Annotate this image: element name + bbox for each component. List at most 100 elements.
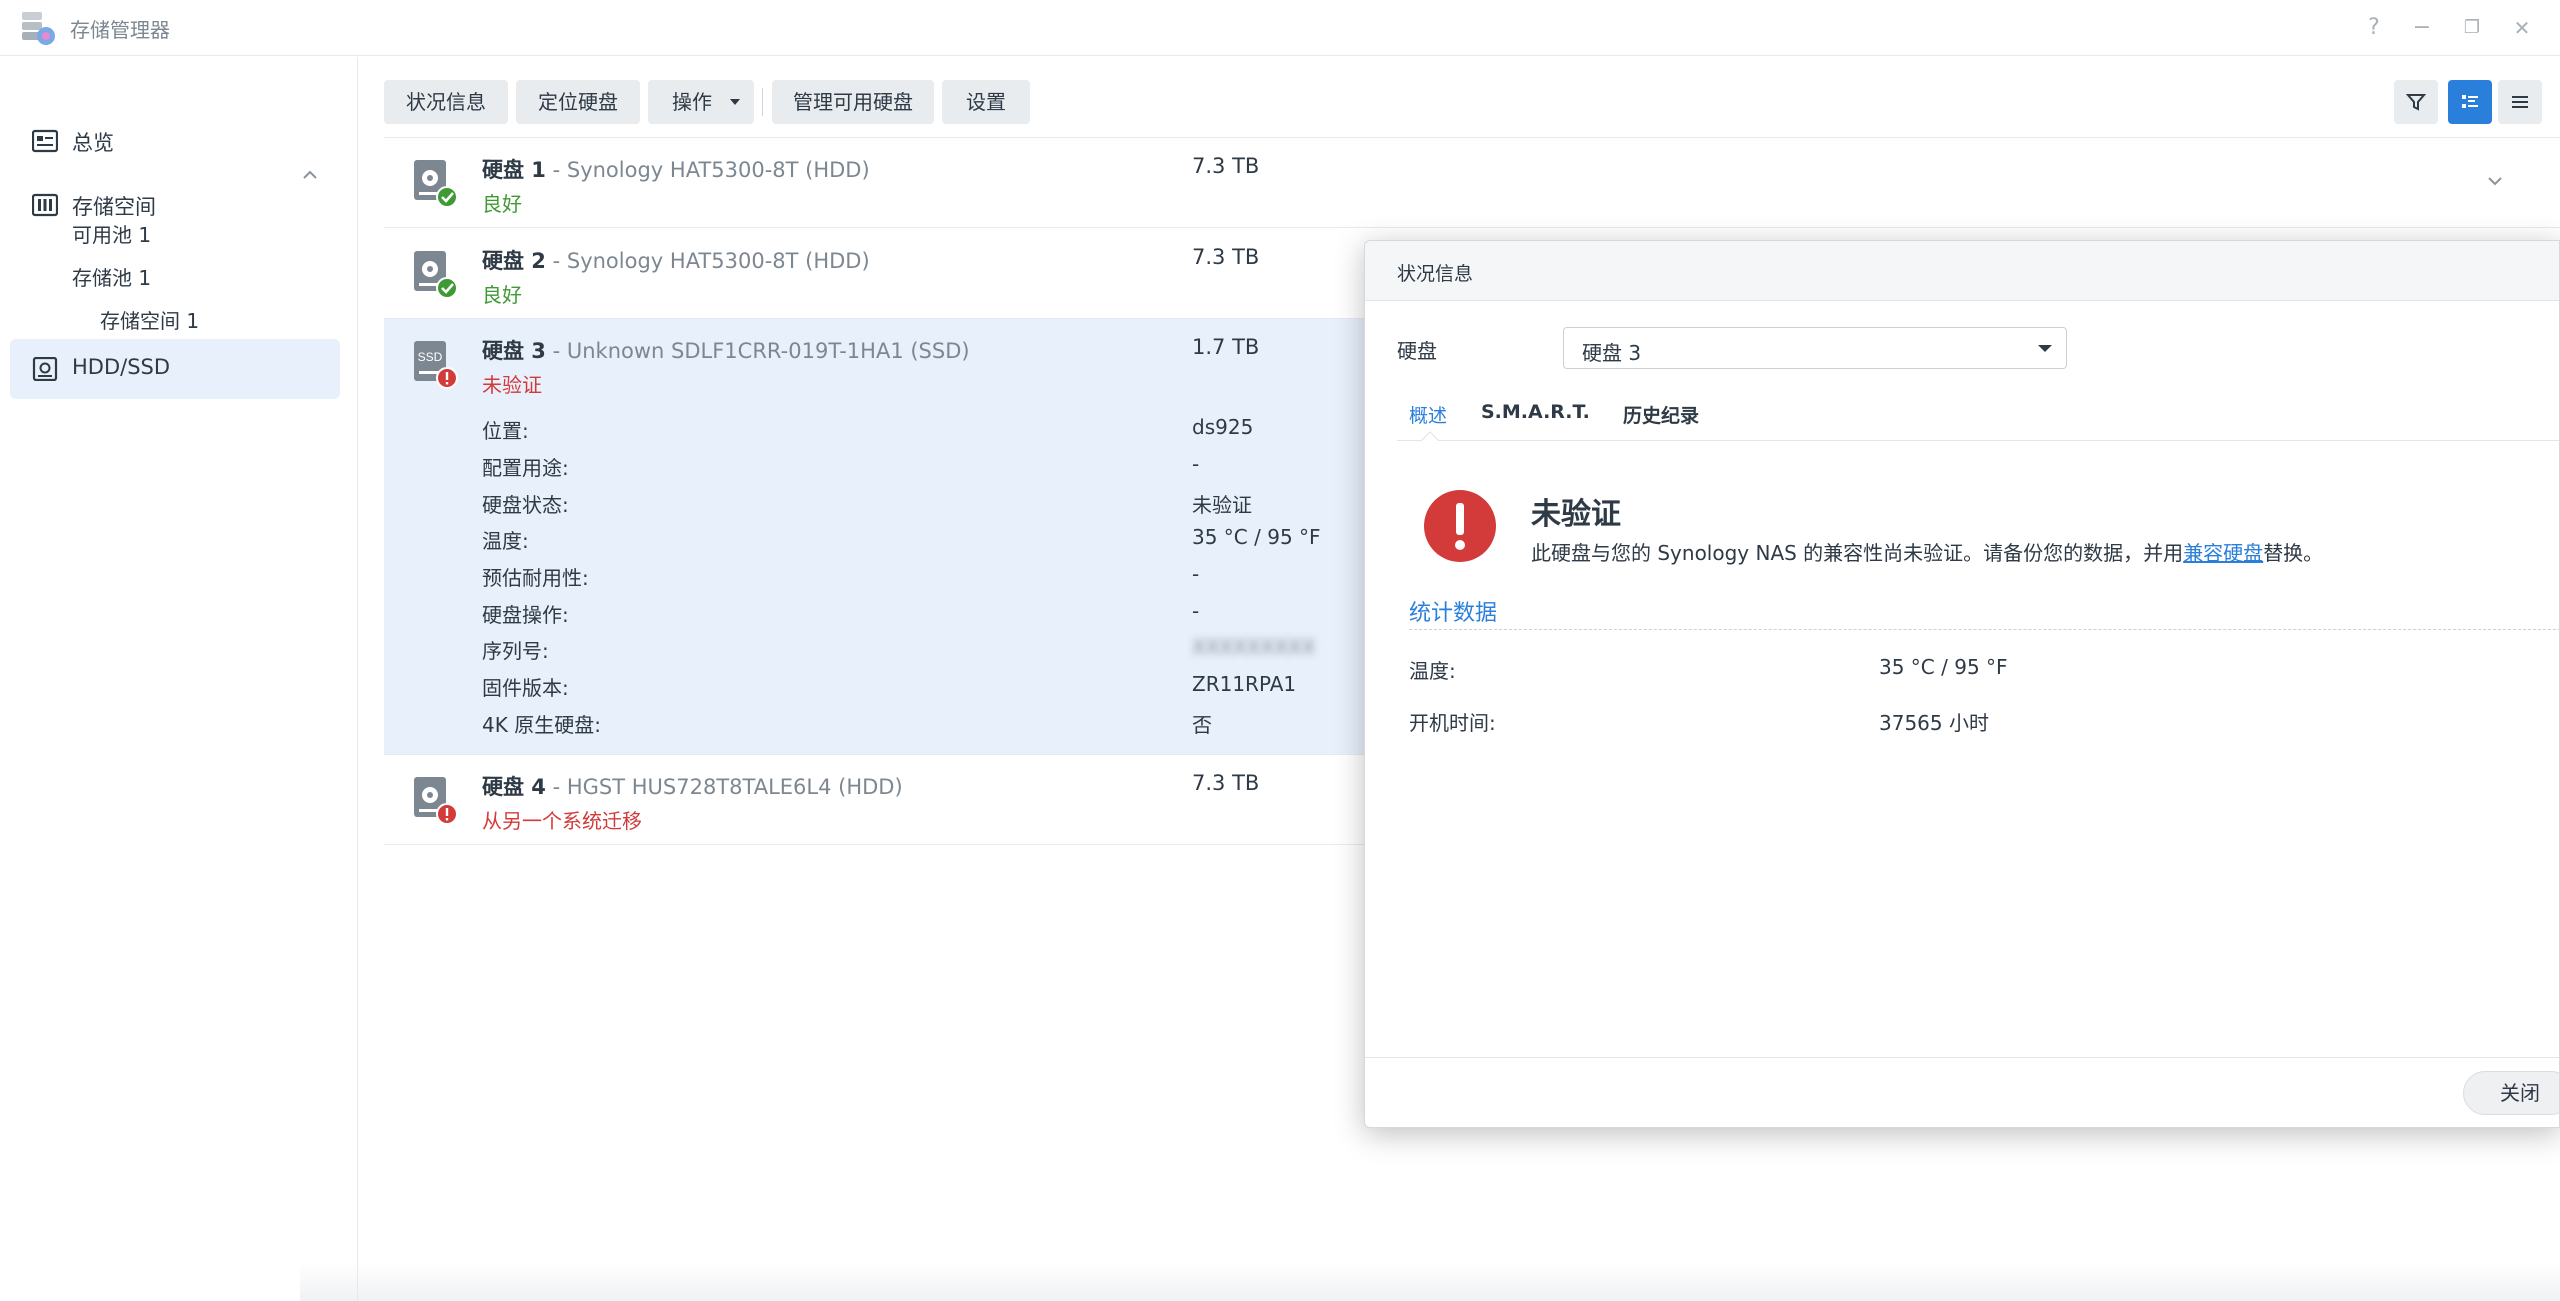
dialog-title: 状况信息: [1397, 263, 1474, 285]
detail-label: 位置:: [482, 419, 529, 443]
caret-down-icon: [730, 99, 740, 105]
restore-icon[interactable]: ❐: [2456, 12, 2488, 44]
warning-title: 未验证: [1531, 497, 1621, 532]
detail-list-icon: [2462, 95, 2478, 108]
disk-label: 硬盘 2: [482, 249, 546, 273]
sidebar-item-spare-pool[interactable]: 可用池 1: [72, 219, 151, 248]
detail-value: 未验证: [1192, 493, 1252, 517]
detail-value: -: [1192, 562, 1200, 586]
disk-row-1[interactable]: 硬盘 1 - Synology HAT5300-8T (HDD) 良好 7.3 …: [384, 138, 2560, 228]
detail-label: 硬盘状态:: [482, 493, 569, 517]
disk-label: 硬盘 3: [482, 339, 546, 363]
ssd-icon-text: SSD: [418, 350, 443, 364]
section-divider: [1409, 629, 2559, 630]
action-menu-label: 操作: [672, 90, 712, 114]
compatible-disk-link[interactable]: 兼容硬盘: [2183, 541, 2263, 565]
list-icon: [2512, 96, 2528, 108]
tabs-divider: [1397, 440, 2559, 441]
sidebar: 总览 存储空间 可用池 1 存储池 1 存储空间 1 HDD/SSD: [0, 57, 358, 1301]
detail-label: 预估耐用性:: [482, 566, 589, 590]
disk-name: 硬盘 1 - Synology HAT5300-8T (HDD): [482, 154, 870, 184]
help-icon[interactable]: ?: [2358, 12, 2390, 44]
locate-disk-button[interactable]: 定位硬盘: [516, 80, 640, 124]
disk-size: 7.3 TB: [1192, 154, 1260, 178]
disk-select-label: 硬盘: [1397, 339, 1437, 363]
disk-size: 7.3 TB: [1192, 245, 1260, 269]
bottom-shadow: [300, 1262, 2560, 1301]
disk-icon: [32, 357, 58, 381]
storage-icon: [32, 193, 58, 217]
detail-value: 否: [1192, 713, 1212, 737]
storage-manager-logo-icon: [22, 12, 55, 45]
sidebar-item-label: HDD/SSD: [72, 355, 171, 379]
disk-label: 硬盘 1: [482, 158, 546, 182]
disk-size: 1.7 TB: [1192, 335, 1260, 359]
action-menu-button[interactable]: 操作: [648, 80, 754, 124]
detail-label: 配置用途:: [482, 456, 569, 480]
disk-model: - HGST HUS728T8TALE6L4 (HDD): [545, 775, 903, 799]
disk-name: 硬盘 4 - HGST HUS728T8TALE6L4 (HDD): [482, 771, 903, 801]
manage-spare-disk-button[interactable]: 管理可用硬盘: [772, 80, 934, 124]
sidebar-item-hdd-ssd[interactable]: HDD/SSD: [10, 339, 340, 399]
detail-label: 温度:: [482, 529, 529, 553]
disk-select-value: 硬盘 3: [1582, 341, 1642, 365]
disk-model: - Synology HAT5300-8T (HDD): [545, 249, 870, 273]
sidebar-item-label: 总览: [72, 131, 114, 155]
error-icon: [1424, 490, 1496, 562]
detail-value: ds925: [1192, 415, 1254, 439]
tab-history[interactable]: 历史纪录: [1623, 401, 1699, 428]
disk-model: - Unknown SDLF1CRR-019T-1HA1 (SSD): [545, 339, 970, 363]
detail-value: -: [1192, 599, 1200, 623]
filter-icon: [2406, 94, 2426, 111]
detail-label: 序列号:: [482, 639, 549, 663]
minimize-icon[interactable]: −: [2406, 12, 2438, 44]
close-button[interactable]: 关闭: [2463, 1071, 2559, 1115]
disk-size: 7.3 TB: [1192, 771, 1260, 795]
chevron-up-icon[interactable]: [300, 165, 320, 185]
disk-status: 从另一个系统迁移: [482, 809, 642, 833]
stat-label: 开机时间:: [1409, 711, 1496, 735]
window-title: 存储管理器: [70, 18, 170, 42]
status-info-dialog: 状况信息 硬盘 硬盘 3 概述 S.M.A.R.T. 历史纪录 未验证 此硬盘与…: [1364, 240, 2560, 1128]
warning-description: 此硬盘与您的 Synology NAS 的兼容性尚未验证。请备份您的数据，并用兼…: [1531, 537, 2323, 566]
disk-status: 良好: [482, 192, 522, 216]
tab-overview[interactable]: 概述: [1409, 401, 1447, 428]
serial-number-value: XXXXXXXXX: [1192, 635, 1316, 659]
settings-button[interactable]: 设置: [942, 80, 1030, 124]
disk-status: 未验证: [482, 373, 542, 397]
status-info-button[interactable]: 状况信息: [384, 80, 508, 124]
stat-value: 35 °C / 95 °F: [1879, 655, 2008, 679]
detail-label: 硬盘操作:: [482, 603, 569, 627]
sidebar-item-volume[interactable]: 存储空间 1: [100, 305, 199, 334]
detail-value: ZR11RPA1: [1192, 672, 1297, 696]
disk-name: 硬盘 2 - Synology HAT5300-8T (HDD): [482, 245, 870, 275]
sidebar-item-overview[interactable]: 总览: [10, 111, 340, 171]
hdd-ok-icon: [414, 160, 458, 208]
disk-select[interactable]: 硬盘 3: [1563, 327, 2067, 369]
dialog-header: 状况信息: [1365, 241, 2559, 301]
hdd-ok-icon: [414, 251, 458, 299]
detail-label: 4K 原生硬盘:: [482, 713, 601, 737]
dialog-footer-divider: [1365, 1057, 2559, 1058]
sidebar-item-storage[interactable]: 存储空间: [10, 175, 340, 235]
title-bar: 存储管理器 ? − ❐ ✕: [0, 0, 2560, 56]
detail-value: 35 °C / 95 °F: [1192, 525, 1321, 549]
sidebar-item-storage-pool[interactable]: 存储池 1: [72, 262, 151, 291]
stat-label: 温度:: [1409, 659, 1456, 683]
sidebar-item-label: 存储空间: [72, 195, 156, 219]
detail-view-button[interactable]: [2448, 80, 2492, 124]
ssd-warning-icon: SSD: [414, 341, 458, 389]
disk-name: 硬盘 3 - Unknown SDLF1CRR-019T-1HA1 (SSD): [482, 335, 970, 365]
close-icon[interactable]: ✕: [2506, 12, 2538, 44]
warning-text: 替换。: [2263, 541, 2324, 565]
detail-value: -: [1192, 452, 1200, 476]
tab-smart[interactable]: S.M.A.R.T.: [1481, 401, 1590, 423]
list-view-button[interactable]: [2498, 80, 2542, 124]
active-tab-indicator-icon: [1421, 431, 1439, 441]
disk-model: - Synology HAT5300-8T (HDD): [545, 158, 870, 182]
hdd-warning-icon: [414, 777, 458, 825]
toolbar-divider: [762, 88, 763, 116]
statistics-heading: 统计数据: [1409, 601, 1498, 626]
chevron-down-icon[interactable]: [2486, 172, 2504, 190]
filter-button[interactable]: [2394, 80, 2438, 124]
